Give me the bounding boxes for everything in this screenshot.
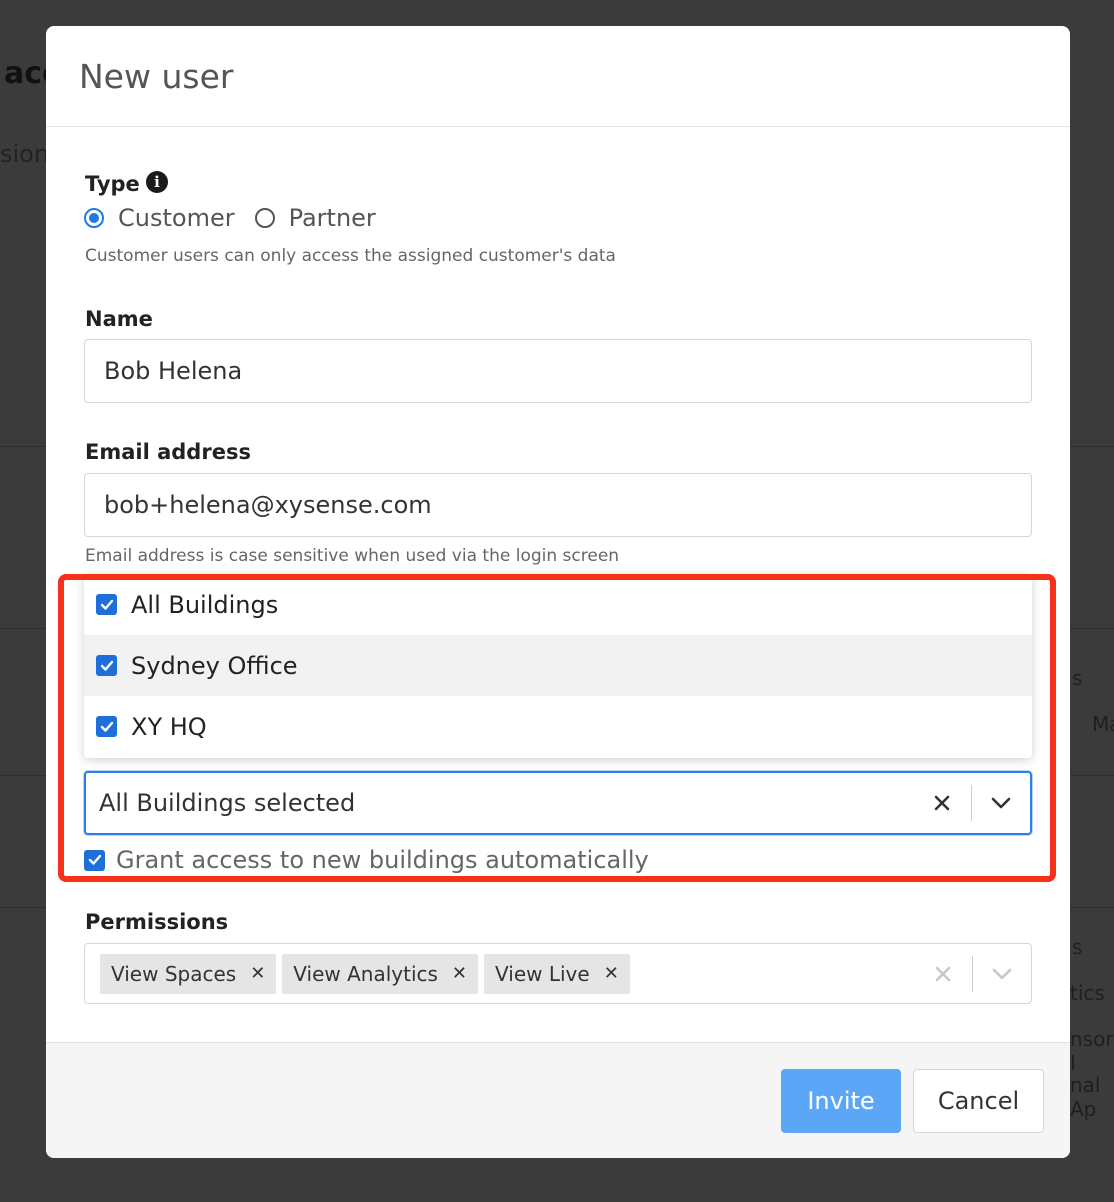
buildings-select[interactable]: All Buildings selected [84, 771, 1032, 835]
check-icon [100, 721, 113, 732]
permission-tag: View Spaces ✕ [100, 953, 277, 994]
background-text-fragment: nal Ap [1070, 1073, 1101, 1121]
building-option-label: All Buildings [131, 590, 279, 619]
type-radio-group: Customer Partner [84, 204, 396, 232]
partner-radio[interactable] [254, 208, 275, 228]
background-text-fragment: Ma [1092, 712, 1114, 736]
building-option-checkbox[interactable] [96, 594, 117, 615]
auto-grant-row: Grant access to new buildings automatica… [84, 846, 649, 874]
background-text-fragment: s [1072, 935, 1083, 959]
email-label: Email address [85, 440, 251, 464]
name-label: Name [85, 307, 153, 331]
modal-footer: Invite Cancel [46, 1042, 1070, 1158]
buildings-select-value: All Buildings selected [99, 789, 356, 817]
type-help-text: Customer users can only access the assig… [85, 246, 616, 266]
invite-button[interactable]: Invite [781, 1069, 901, 1133]
clear-icon[interactable] [913, 783, 971, 823]
modal-title: New user [79, 56, 234, 96]
check-icon [88, 854, 101, 865]
clear-icon[interactable] [914, 954, 972, 994]
new-user-modal: New user Type i Customer Partner Custome… [46, 26, 1070, 1158]
permission-tag-label: View Analytics [293, 961, 438, 986]
building-option-label: XY HQ [131, 712, 207, 741]
check-icon [100, 599, 113, 610]
auto-grant-checkbox[interactable] [84, 849, 105, 871]
building-option-label: Sydney Office [131, 651, 298, 680]
building-option-checkbox[interactable] [96, 716, 117, 737]
email-help-text: Email address is case sensitive when use… [85, 546, 620, 566]
check-icon [100, 660, 113, 671]
remove-tag-icon[interactable]: ✕ [604, 963, 619, 984]
building-option-xyhq[interactable]: XY HQ [84, 696, 1032, 757]
customer-radio-label[interactable]: Customer [118, 204, 235, 232]
background-text-fragment: nsor I [1070, 1027, 1114, 1075]
building-option-all[interactable]: All Buildings [84, 574, 1032, 635]
modal-header: New user [46, 26, 1070, 127]
permission-tag-label: View Live [495, 961, 590, 986]
cancel-button[interactable]: Cancel [913, 1069, 1044, 1133]
buildings-dropdown-menu: All Buildings Sydney Office XY HQ [84, 574, 1032, 758]
permissions-label: Permissions [85, 910, 229, 934]
background-text-fragment: s [1072, 666, 1083, 690]
partner-radio-label[interactable]: Partner [289, 204, 376, 232]
customer-radio[interactable] [84, 208, 104, 228]
building-option-checkbox[interactable] [96, 655, 117, 676]
type-label: Type [85, 172, 140, 196]
permission-tag-label: View Spaces [111, 961, 237, 986]
auto-grant-label[interactable]: Grant access to new buildings automatica… [116, 846, 649, 874]
email-input[interactable]: bob+helena@xysense.com [84, 473, 1032, 537]
info-icon[interactable]: i [146, 171, 168, 193]
background-text-fragment: tics [1070, 981, 1105, 1005]
permissions-select[interactable]: View Spaces ✕ View Analytics ✕ View Live… [84, 943, 1032, 1004]
chevron-down-icon[interactable] [973, 954, 1031, 994]
remove-tag-icon[interactable]: ✕ [452, 963, 467, 984]
permissions-tags: View Spaces ✕ View Analytics ✕ View Live… [85, 953, 914, 994]
permission-tag: View Live ✕ [484, 953, 630, 994]
name-input[interactable]: Bob Helena [84, 339, 1032, 403]
building-option-sydney[interactable]: Sydney Office [84, 635, 1032, 696]
permission-tag: View Analytics ✕ [282, 953, 479, 994]
chevron-down-icon[interactable] [972, 783, 1030, 823]
remove-tag-icon[interactable]: ✕ [250, 963, 265, 984]
